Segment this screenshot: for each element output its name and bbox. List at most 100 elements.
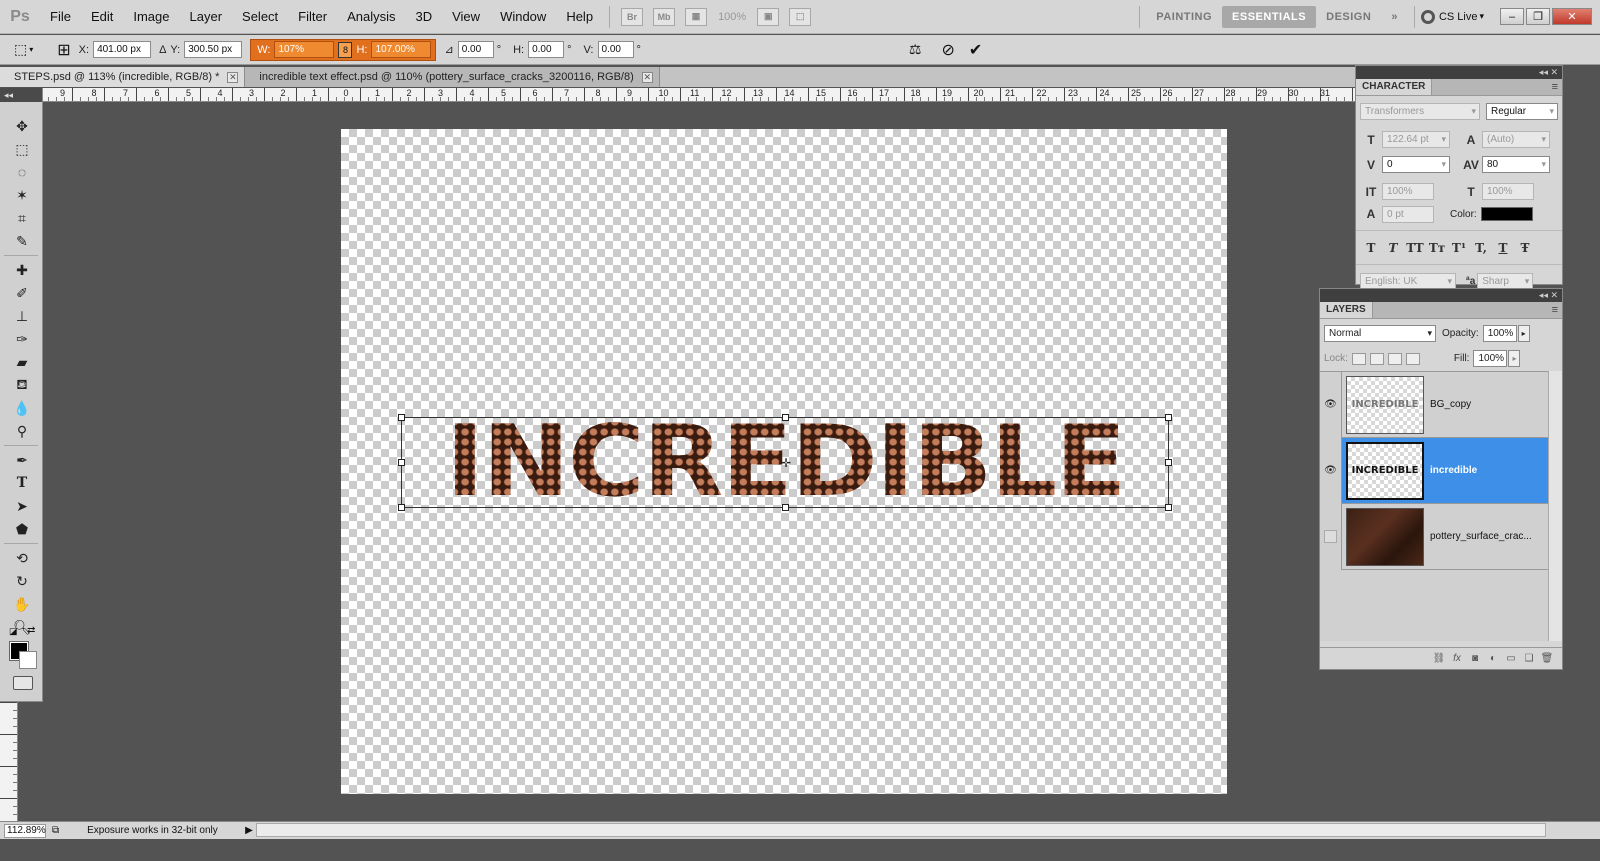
cs-live-menu[interactable]: CS Live ▾ — [1420, 9, 1484, 24]
menu-filter[interactable]: Filter — [288, 0, 337, 34]
opacity-slider-icon[interactable]: ▸ — [1517, 325, 1530, 342]
horizontal-ruler[interactable]: 9 8 7 6 5 4 3 2 1 0 1 2 3 4 5 6 7 8 9 10 11 12 13 14 15 16 17 18 19 2… — [40, 88, 1383, 102]
link-icon[interactable]: 8 — [338, 41, 353, 58]
eye-icon[interactable]: 👁︎ — [1320, 437, 1342, 504]
pen-tool-icon[interactable]: ✒ — [9, 449, 35, 471]
workspace-design[interactable]: DESIGN — [1316, 6, 1381, 28]
width-scale-field[interactable]: 107% — [274, 41, 335, 58]
menu-file[interactable]: File — [40, 0, 81, 34]
chevron-down-icon[interactable]: ▾ — [29, 45, 33, 54]
quick-mask-icon[interactable] — [13, 676, 33, 690]
eyedropper-tool-icon[interactable]: ✎ — [9, 230, 35, 252]
panel-menu-icon[interactable]: ≡ — [1552, 302, 1562, 318]
font-size-field[interactable]: 122.64 pt — [1382, 131, 1450, 148]
warp-icon[interactable]: ⚖ — [909, 41, 922, 58]
menu-3d[interactable]: 3D — [405, 0, 442, 34]
transform-handle-bottom-left[interactable] — [398, 504, 405, 511]
panel-menu-icon[interactable]: ≡ — [1552, 79, 1562, 95]
layer-list-scrollbar[interactable] — [1548, 371, 1562, 641]
layer-row-pottery-surface[interactable]: pottery_surface_crac... — [1320, 503, 1548, 570]
rotation-field[interactable]: 0.00 — [457, 41, 494, 58]
cancel-transform-icon[interactable]: ⊘ — [941, 40, 954, 60]
transform-handle-bottom-right[interactable] — [1165, 504, 1172, 511]
transform-handle-bottom[interactable] — [782, 504, 789, 511]
subscript-button[interactable]: T, — [1470, 241, 1492, 255]
baseline-shift-field[interactable]: 0 pt — [1382, 205, 1434, 223]
brush-tool-icon[interactable]: ✐ — [9, 282, 35, 304]
crop-tool-icon[interactable]: ⌗ — [9, 207, 35, 229]
tracking-field[interactable]: 80 — [1482, 156, 1550, 173]
lasso-tool-icon[interactable]: ◌ — [9, 161, 35, 183]
font-family-select[interactable]: Transformers — [1360, 103, 1480, 120]
screen-mode-icon[interactable]: ⬚ — [789, 7, 812, 26]
3d-orbit-tool-icon[interactable]: ↻ — [9, 570, 35, 592]
underline-button[interactable]: T — [1492, 241, 1514, 255]
close-button[interactable]: ✕ — [1552, 8, 1592, 25]
vertical-skew-field[interactable]: 0.00 — [597, 41, 634, 58]
transform-handle-top[interactable] — [782, 414, 789, 421]
dodge-tool-icon[interactable]: ⚲ — [9, 420, 35, 442]
close-icon[interactable]: ✕ — [227, 71, 239, 83]
link-layers-icon[interactable]: ⛓ — [1430, 653, 1448, 664]
eye-icon[interactable]: 👁︎ — [1320, 371, 1342, 438]
document-canvas[interactable]: INCREDIBLE ✛ — [341, 129, 1227, 794]
menu-layer[interactable]: Layer — [180, 0, 233, 34]
y-position-field[interactable]: 300.50 px — [184, 41, 243, 58]
strikethrough-button[interactable]: Ŧ — [1514, 241, 1536, 255]
transform-handle-top-left[interactable] — [398, 414, 405, 421]
view-extras-icon[interactable]: ▦ — [685, 7, 708, 26]
more-workspaces-icon[interactable]: » — [1381, 6, 1408, 28]
shape-tool-icon[interactable]: ⬟ — [9, 518, 35, 540]
new-layer-icon[interactable]: ❏ — [1520, 653, 1538, 664]
fill-field[interactable]: 100% — [1473, 350, 1508, 367]
font-style-select[interactable]: Regular — [1486, 103, 1558, 120]
3d-rotate-tool-icon[interactable]: ⟲ — [9, 547, 35, 569]
tab-steps[interactable]: STEPS.psd @ 113% (incredible, RGB/8) * ✕ — [0, 67, 246, 87]
trash-icon[interactable]: 🗑︎ — [1538, 653, 1556, 664]
panel-collapse-bar[interactable]: ◂◂ ✕ — [1320, 289, 1562, 302]
history-brush-tool-icon[interactable]: ✑ — [9, 328, 35, 350]
eye-toggle-empty[interactable] — [1320, 503, 1342, 570]
move-tool-icon[interactable]: ✥ — [9, 115, 35, 137]
vertical-ruler[interactable] — [0, 702, 18, 821]
faux-bold-button[interactable]: T — [1360, 241, 1382, 255]
toolbox-header[interactable]: ◂◂ — [0, 88, 42, 102]
opacity-field[interactable]: 100% — [1482, 325, 1517, 342]
layer-row-incredible[interactable]: 👁︎ INCREDIBLE incredible — [1320, 437, 1548, 504]
leading-field[interactable]: (Auto) — [1482, 131, 1550, 148]
workspace-painting[interactable]: PAINTING — [1146, 6, 1222, 28]
bridge-icon[interactable]: Br — [621, 7, 644, 26]
zoom-field[interactable]: 112.89% — [4, 823, 46, 838]
blend-mode-select[interactable]: Normal — [1324, 325, 1436, 342]
new-group-icon[interactable]: ▭ — [1502, 653, 1520, 664]
menu-analysis[interactable]: Analysis — [337, 0, 405, 34]
swap-colors-icon[interactable]: ⇄ — [27, 625, 35, 636]
default-colors-icon[interactable]: ◪ — [9, 626, 18, 637]
lock-position-icon[interactable] — [1387, 352, 1402, 365]
path-selection-tool-icon[interactable]: ➤ — [9, 495, 35, 517]
close-icon[interactable]: ✕ — [641, 71, 653, 83]
relative-position-icon[interactable]: Δ — [159, 44, 166, 56]
vertical-scale-field[interactable]: 100% — [1382, 183, 1434, 200]
restore-button[interactable]: ❐ — [1526, 8, 1550, 25]
reference-point-icon[interactable]: ⊞ — [57, 40, 70, 60]
paint-bucket-tool-icon[interactable]: ⛾ — [9, 374, 35, 396]
kerning-field[interactable]: 0 — [1382, 156, 1450, 173]
horizontal-scale-field[interactable]: 100% — [1482, 183, 1534, 200]
status-menu-arrow[interactable]: ▶ — [245, 825, 253, 836]
height-scale-field[interactable]: 107.00% — [371, 41, 432, 58]
all-caps-button[interactable]: TT — [1404, 241, 1426, 255]
menu-edit[interactable]: Edit — [81, 0, 123, 34]
menu-select[interactable]: Select — [232, 0, 288, 34]
marquee-tool-icon[interactable]: ⬚ — [9, 138, 35, 160]
panel-collapse-bar[interactable]: ◂◂ ✕ — [1356, 66, 1562, 79]
tab-layers[interactable]: LAYERS — [1320, 302, 1373, 318]
transform-handle-top-right[interactable] — [1165, 414, 1172, 421]
menu-help[interactable]: Help — [556, 0, 603, 34]
commit-transform-icon[interactable]: ✔ — [969, 40, 982, 60]
background-color-swatch[interactable] — [19, 651, 37, 669]
zoom-level[interactable]: 100% — [718, 11, 746, 23]
tab-character[interactable]: CHARACTER — [1356, 79, 1433, 95]
reference-point-icon[interactable]: ✛ — [781, 457, 791, 469]
magic-wand-tool-icon[interactable]: ✶ — [9, 184, 35, 206]
